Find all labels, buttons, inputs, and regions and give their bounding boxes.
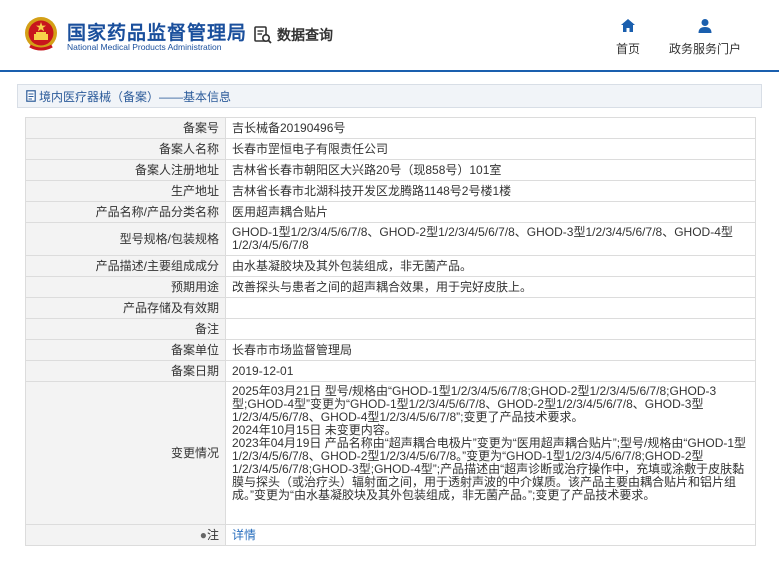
table-row: 备注 (25, 318, 756, 340)
table-row: 型号规格/包装规格 GHOD-1型1/2/3/4/5/6/7/8、GHOD-2型… (25, 222, 756, 256)
row-label: 型号规格/包装规格 (25, 222, 226, 256)
row-label: 备案单位 (25, 339, 226, 361)
section-title: 境内医疗器械（备案）——基本信息 (39, 89, 232, 104)
table-row: 预期用途 改善探头与患者之间的超声耦合效果，用于完好皮肤上。 (25, 276, 756, 298)
row-value (225, 318, 756, 340)
row-value: 改善探头与患者之间的超声耦合效果，用于完好皮肤上。 (225, 276, 756, 298)
nav-service-portal[interactable]: 政务服务门户 (666, 18, 744, 57)
data-query-title[interactable]: 数据查询 (253, 25, 333, 45)
note-value-cell: 详情 (225, 524, 756, 546)
row-label: 产品描述/主要组成成分 (25, 255, 226, 277)
row-value: 2019-12-01 (225, 360, 756, 382)
home-icon (621, 19, 635, 32)
site-header: 国家药品监督管理局 National Medical Products Admi… (0, 0, 779, 72)
row-label: 备案人注册地址 (25, 159, 226, 181)
row-value: 长春市罡恒电子有限责任公司 (225, 138, 756, 160)
table-row: 产品存储及有效期 (25, 297, 756, 319)
user-icon (698, 19, 712, 33)
table-row-note: ●注 详情 (25, 524, 756, 546)
table-row: 生产地址 吉林省长春市北湖科技开发区龙腾路1148号2号楼1楼 (25, 180, 756, 202)
agency-name-en: National Medical Products Administration (67, 42, 222, 52)
note-label: 注 (206, 527, 219, 542)
table-row: 备案人名称 长春市罡恒电子有限责任公司 (25, 138, 756, 160)
national-emblem-icon (25, 17, 57, 51)
row-label: 变更情况 (25, 381, 226, 525)
data-query-label: 数据查询 (277, 27, 333, 43)
note-label-cell: ●注 (25, 524, 226, 546)
document-icon (26, 90, 36, 102)
row-value: 由水基凝胶块及其外包装组成，非无菌产品。 (225, 255, 756, 277)
row-label: 备案人名称 (25, 138, 226, 160)
table-row-changes: 变更情况 2025年03月21日 型号/规格由“GHOD-1型1/2/3/4/5… (25, 381, 756, 525)
row-label: 备案日期 (25, 360, 226, 382)
row-label: 备案号 (25, 117, 226, 139)
change-history-text: 2025年03月21日 型号/规格由“GHOD-1型1/2/3/4/5/6/7/… (225, 381, 756, 525)
data-query-icon (254, 26, 272, 44)
table-row: 产品描述/主要组成成分 由水基凝胶块及其外包装组成，非无菌产品。 (25, 255, 756, 277)
section-title-bar: 境内医疗器械（备案）——基本信息 (17, 84, 762, 108)
table-row: 备案号 吉长械备20190496号 (25, 117, 756, 139)
agency-name-cn: 国家药品监督管理局 (67, 23, 248, 44)
row-value: 医用超声耦合贴片 (225, 201, 756, 223)
row-value: GHOD-1型1/2/3/4/5/6/7/8、GHOD-2型1/2/3/4/5/… (225, 222, 756, 256)
table-row: 备案单位 长春市市场监督管理局 (25, 339, 756, 361)
row-value: 吉长械备20190496号 (225, 117, 756, 139)
table-row: 备案日期 2019-12-01 (25, 360, 756, 382)
row-value: 吉林省长春市朝阳区大兴路20号（现858号）101室 (225, 159, 756, 181)
row-label: 预期用途 (25, 276, 226, 298)
pin-icon: ● (199, 527, 207, 542)
table-row: 备案人注册地址 吉林省长春市朝阳区大兴路20号（现858号）101室 (25, 159, 756, 181)
nav-portal-label: 政务服务门户 (668, 42, 741, 56)
row-label: 产品名称/产品分类名称 (25, 201, 226, 223)
row-value: 吉林省长春市北湖科技开发区龙腾路1148号2号楼1楼 (225, 180, 756, 202)
details-link[interactable]: 详情 (232, 528, 256, 542)
table-row: 产品名称/产品分类名称 医用超声耦合贴片 (25, 201, 756, 223)
row-label: 生产地址 (25, 180, 226, 202)
device-detail-table: 备案号 吉长械备20190496号 备案人名称 长春市罡恒电子有限责任公司 备案… (25, 117, 756, 546)
row-label: 产品存储及有效期 (25, 297, 226, 319)
nav-home[interactable]: 首页 (612, 18, 644, 57)
row-value (225, 297, 756, 319)
row-label: 备注 (25, 318, 226, 340)
nav-home-label: 首页 (615, 42, 640, 56)
row-value: 长春市市场监督管理局 (225, 339, 756, 361)
